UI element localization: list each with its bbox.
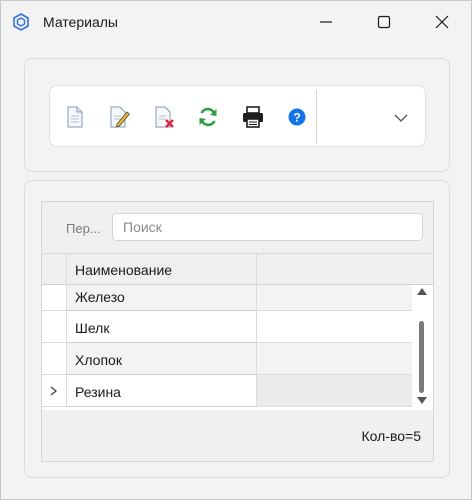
table-cell-name[interactable]: Железо <box>67 285 257 311</box>
row-indicator-header <box>42 254 67 285</box>
print-button[interactable] <box>238 102 268 132</box>
minimize-icon <box>320 21 332 23</box>
table-row[interactable]: Шелк <box>42 311 412 343</box>
scroll-down-icon[interactable] <box>416 396 428 405</box>
search-label: Пер... <box>66 221 101 236</box>
toolbar: ? <box>49 85 426 147</box>
close-button[interactable] <box>413 1 471 43</box>
help-button[interactable]: ? <box>282 102 312 132</box>
new-document-icon <box>67 106 83 128</box>
table-row-current[interactable]: Резина <box>42 375 412 407</box>
toolbar-overflow-button[interactable] <box>388 106 414 130</box>
table-row[interactable]: Железо <box>42 285 412 311</box>
scroll-up-icon[interactable] <box>416 287 428 296</box>
toolbar-group: ? <box>24 58 450 172</box>
svg-text:?: ? <box>293 110 300 124</box>
maximize-button[interactable] <box>355 1 413 43</box>
record-count: Кол-во=5 <box>361 428 422 444</box>
table-cell[interactable] <box>257 343 412 375</box>
column-header-name[interactable]: Наименование <box>67 254 257 285</box>
title-bar[interactable]: Материалы <box>1 1 471 43</box>
table-cell-name[interactable]: Шелк <box>67 311 257 343</box>
search-input[interactable] <box>112 213 423 241</box>
help-icon: ? <box>288 108 306 126</box>
data-table: Наименование Железо Шелк Хлопок Резина <box>42 253 433 410</box>
edit-button[interactable] <box>104 102 134 132</box>
current-row-arrow-icon <box>50 386 57 396</box>
table-cell[interactable] <box>257 311 412 343</box>
refresh-icon <box>199 107 217 127</box>
materials-window: Материалы ? Пер... Поиск Наименование Же… <box>0 0 472 500</box>
close-icon <box>435 15 449 29</box>
hexagon-app-icon <box>12 13 30 31</box>
scrollbar-thumb[interactable] <box>419 321 424 393</box>
vertical-scrollbar[interactable] <box>414 285 430 411</box>
table-cell[interactable] <box>257 375 412 407</box>
table-cell-name[interactable]: Резина <box>67 375 257 407</box>
toolbar-separator <box>316 90 317 144</box>
splitter-handle[interactable] <box>229 173 245 184</box>
delete-document-icon <box>155 106 174 128</box>
new-button[interactable] <box>60 102 90 132</box>
row-indicator[interactable] <box>42 285 67 311</box>
row-indicator[interactable] <box>42 311 67 343</box>
table-cell[interactable] <box>257 285 412 311</box>
table-cell-name[interactable]: Хлопок <box>67 343 257 375</box>
column-header-empty[interactable] <box>257 254 433 285</box>
minimize-button[interactable] <box>297 1 355 43</box>
window-title: Материалы <box>43 14 118 30</box>
maximize-icon <box>377 15 391 29</box>
row-indicator[interactable] <box>42 343 67 375</box>
row-indicator[interactable] <box>42 375 67 407</box>
chevron-down-icon <box>394 114 408 122</box>
data-grid-panel: Пер... Наименование Железо Шелк <box>41 201 434 462</box>
delete-button[interactable] <box>149 102 179 132</box>
refresh-button[interactable] <box>193 102 223 132</box>
grid-group: Пер... Наименование Железо Шелк <box>24 180 450 478</box>
table-row[interactable]: Хлопок <box>42 343 412 375</box>
edit-document-icon <box>110 106 131 128</box>
printer-icon <box>243 106 263 128</box>
